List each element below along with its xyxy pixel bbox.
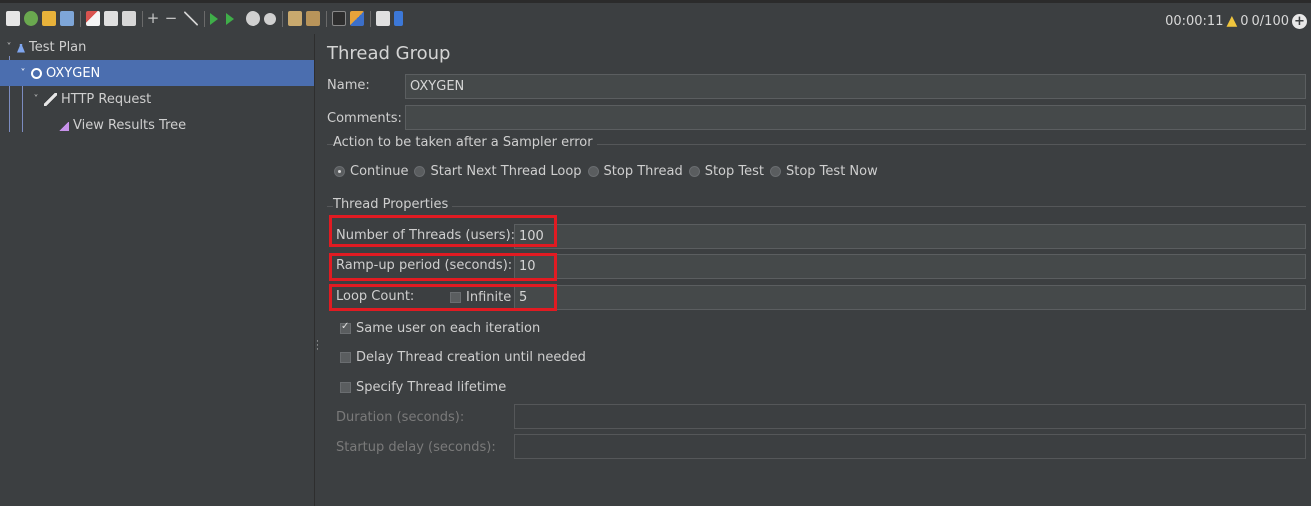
checkbox-unchecked-icon — [340, 381, 351, 393]
comments-field[interactable] — [405, 105, 1306, 130]
splitter-handle-icon[interactable]: · · · — [316, 338, 319, 355]
cut-icon[interactable] — [86, 11, 100, 26]
tree-item-label: View Results Tree — [73, 117, 187, 133]
toggle-icon[interactable] — [184, 11, 198, 26]
radio-stop-thread[interactable]: Stop Thread — [587, 164, 683, 179]
start-icon[interactable] — [210, 13, 218, 25]
shutdown-icon[interactable] — [264, 13, 276, 25]
tree-item-http-request[interactable]: ˅ HTTP Request — [31, 86, 152, 112]
warning-count: 0 — [1240, 13, 1249, 29]
radio-stop-test-now[interactable]: Stop Test Now — [770, 164, 878, 179]
remote-icon[interactable]: + — [1292, 13, 1307, 29]
clear-all-icon[interactable] — [306, 11, 320, 26]
radio-label: Continue — [350, 164, 409, 179]
loop-count-field[interactable]: 5 — [514, 285, 1306, 310]
thread-lifetime-checkbox[interactable]: Specify Thread lifetime — [340, 375, 506, 399]
view-results-tree-icon — [59, 121, 69, 131]
toolbar: + − 00:00:11 ▲ 0 0/100 + — [0, 0, 1311, 34]
copy-icon[interactable] — [104, 11, 118, 26]
thread-group-panel: Thread Group Name: OXYGEN Comments: Acti… — [321, 34, 1311, 506]
name-label: Name: — [327, 78, 370, 93]
warning-icon[interactable]: ▲ — [1226, 13, 1237, 29]
radio-stop-test[interactable]: Stop Test — [688, 164, 764, 179]
page-title: Thread Group — [327, 43, 451, 64]
splitter[interactable] — [314, 34, 321, 506]
status-area: 00:00:11 ▲ 0 0/100 + — [1165, 11, 1307, 31]
help-icon[interactable] — [394, 11, 403, 26]
http-request-icon — [44, 92, 57, 106]
radio-label: Stop Test — [704, 164, 764, 179]
startup-delay-label: Startup delay (seconds): — [336, 440, 496, 455]
reset-search-icon[interactable] — [350, 11, 364, 26]
collapse-icon[interactable]: − — [164, 8, 178, 28]
radio-unselected-icon — [688, 166, 700, 177]
thread-lifetime-label: Specify Thread lifetime — [356, 379, 507, 395]
rampup-field[interactable]: 10 — [514, 254, 1306, 279]
startup-delay-field[interactable] — [514, 434, 1306, 459]
chevron-down-icon[interactable]: ˅ — [18, 68, 28, 79]
checkbox-unchecked-icon — [340, 351, 351, 363]
thread-properties-group-title: Thread Properties — [333, 197, 453, 212]
same-user-checkbox[interactable]: Same user on each iteration — [340, 316, 540, 340]
test-plan-icon — [17, 41, 25, 53]
elapsed-time: 00:00:11 — [1165, 13, 1224, 29]
chevron-down-icon[interactable]: ˅ — [4, 42, 14, 53]
duration-field[interactable] — [514, 404, 1306, 429]
new-icon[interactable] — [6, 11, 20, 26]
start-no-pauses-icon[interactable] — [226, 13, 234, 25]
search-icon[interactable] — [332, 11, 346, 26]
radio-label: Stop Test Now — [786, 164, 878, 179]
delay-thread-label: Delay Thread creation until needed — [356, 349, 586, 365]
radio-label: Start Next Thread Loop — [430, 164, 582, 179]
checkbox-checked-icon — [340, 321, 351, 334]
radio-unselected-icon — [587, 166, 599, 177]
duration-label: Duration (seconds): — [336, 410, 465, 425]
save-icon[interactable] — [60, 11, 74, 26]
radio-continue[interactable]: Continue — [334, 164, 408, 179]
clear-icon[interactable] — [288, 11, 302, 26]
radio-label: Stop Thread — [603, 164, 683, 179]
radio-start-next-thread-loop[interactable]: Start Next Thread Loop — [414, 164, 582, 179]
tree-item-label: HTTP Request — [61, 91, 152, 107]
threads-field[interactable]: 100 — [514, 224, 1306, 249]
tree-item-test-plan[interactable]: ˅ Test Plan — [4, 34, 87, 60]
stop-icon[interactable] — [246, 11, 260, 26]
highlight-box-loop — [329, 284, 557, 311]
highlight-box-rampup — [329, 253, 557, 281]
radio-unselected-icon — [414, 166, 426, 177]
thread-group-icon — [31, 67, 42, 79]
test-plan-tree: ˅ Test Plan ˅ OXYGEN ˅ HTTP Request View… — [0, 34, 314, 506]
expand-icon[interactable]: + — [146, 8, 160, 28]
name-field[interactable]: OXYGEN — [405, 74, 1306, 99]
same-user-label: Same user on each iteration — [356, 320, 541, 336]
sampler-error-options: Continue Start Next Thread Loop Stop Thr… — [334, 164, 884, 179]
radio-selected-icon — [334, 166, 345, 177]
paste-icon[interactable] — [122, 11, 136, 26]
delay-thread-checkbox[interactable]: Delay Thread creation until needed — [340, 345, 586, 369]
tree-item-label: Test Plan — [29, 39, 87, 55]
tree-item-view-results-tree[interactable]: View Results Tree — [59, 112, 186, 138]
comments-label: Comments: — [327, 111, 402, 126]
active-threads: 0/100 — [1251, 13, 1289, 29]
open-icon[interactable] — [42, 11, 56, 26]
radio-unselected-icon — [770, 166, 781, 177]
tree-item-label: OXYGEN — [46, 65, 101, 81]
templates-icon[interactable] — [24, 11, 38, 26]
highlight-box-threads — [329, 215, 557, 247]
function-helper-icon[interactable] — [376, 11, 390, 26]
sampler-error-group-title: Action to be taken after a Sampler error — [333, 135, 597, 150]
chevron-down-icon[interactable]: ˅ — [31, 94, 41, 105]
tree-item-oxygen[interactable]: ˅ OXYGEN — [0, 60, 314, 86]
